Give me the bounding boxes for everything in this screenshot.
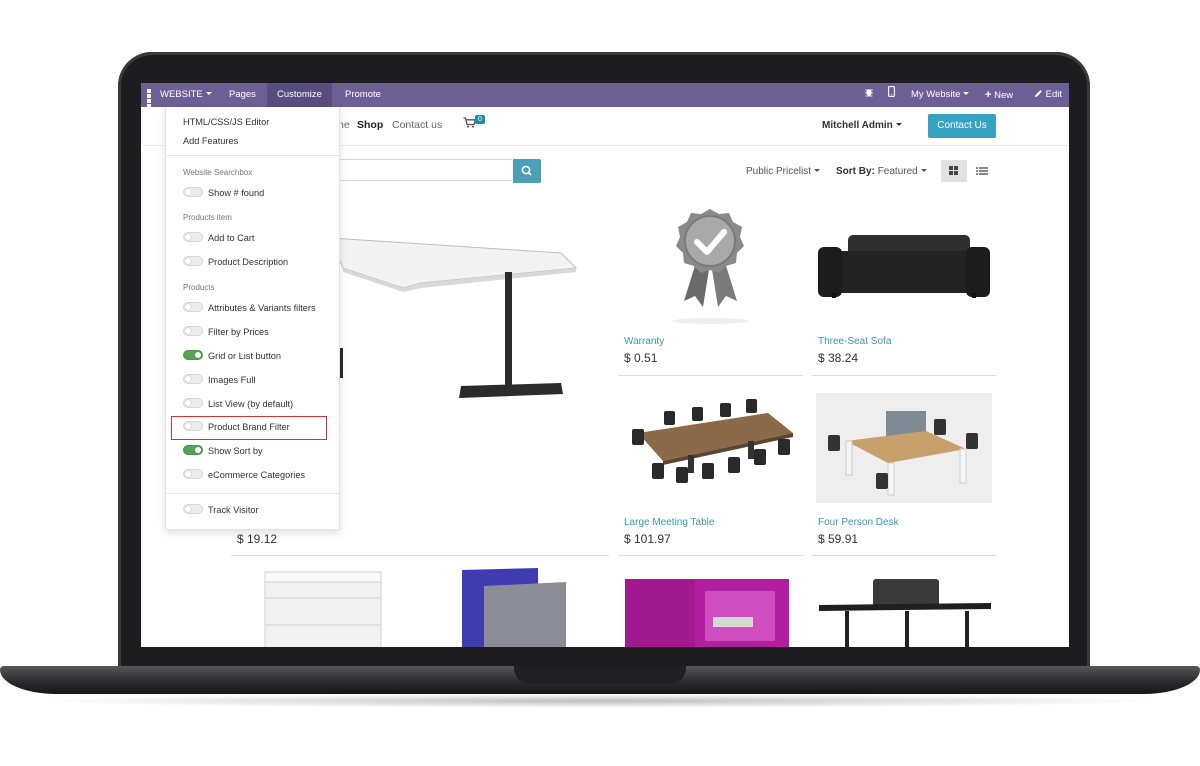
toggle-switch[interactable] bbox=[183, 469, 203, 479]
card-divider bbox=[812, 555, 996, 556]
user-menu[interactable]: Mitchell Admin bbox=[822, 120, 902, 131]
option-product-description[interactable]: Product Description bbox=[183, 256, 288, 267]
screen-divider-image bbox=[462, 568, 566, 647]
product-price: $ 59.91 bbox=[818, 532, 859, 546]
section-header-products: Products bbox=[183, 283, 215, 292]
drawer-cabinet-image bbox=[264, 571, 382, 647]
admin-navbar: WEBSITE Pages Customize Promote My Websi… bbox=[141, 83, 1069, 108]
toggle-switch[interactable] bbox=[183, 187, 203, 197]
option-filter-by-prices[interactable]: Filter by Prices bbox=[183, 326, 269, 337]
new-button[interactable]: + New bbox=[985, 83, 1013, 107]
meeting-table-image bbox=[632, 399, 793, 483]
product-card-sofa[interactable]: Three-Seat Sofa $ 38.24 bbox=[812, 201, 996, 376]
product-price: $ 101.97 bbox=[624, 532, 671, 546]
cart-count-badge: 0 bbox=[475, 115, 485, 124]
option-ecommerce-categories[interactable]: eCommerce Categories bbox=[183, 469, 305, 480]
product-card-warranty[interactable]: Warranty $ 0.51 bbox=[618, 201, 803, 376]
toggle-switch[interactable] bbox=[183, 256, 203, 266]
option-show-sort-by[interactable]: Show Sort by bbox=[183, 445, 263, 456]
menu-promote[interactable]: Promote bbox=[345, 83, 381, 107]
option-images-full[interactable]: Images Full bbox=[183, 374, 256, 385]
caret-down-icon bbox=[205, 92, 212, 95]
caret-down-icon bbox=[920, 169, 927, 172]
caret-down-icon bbox=[895, 123, 902, 126]
debug-bug-icon[interactable] bbox=[864, 83, 874, 107]
search-button[interactable] bbox=[513, 159, 541, 183]
toggle-switch-on[interactable] bbox=[183, 350, 203, 360]
nav-shop[interactable]: Shop bbox=[357, 119, 383, 131]
apps-grid-icon bbox=[147, 89, 156, 108]
privacy-booth-image bbox=[625, 579, 789, 647]
sofa-image bbox=[818, 235, 990, 298]
toggle-switch[interactable] bbox=[183, 302, 203, 312]
toggle-switch[interactable] bbox=[183, 374, 203, 384]
menu-separator bbox=[166, 155, 339, 156]
product-price: $ 38.24 bbox=[818, 351, 859, 365]
laptop-notch bbox=[514, 666, 686, 684]
card-divider bbox=[231, 555, 609, 556]
grid-view-button[interactable] bbox=[941, 160, 967, 182]
browser-screen: WEBSITE Pages Customize Promote My Websi… bbox=[141, 83, 1069, 647]
toggle-switch[interactable] bbox=[183, 232, 203, 242]
warranty-badge-image bbox=[672, 209, 748, 324]
customize-dropdown-menu: HTML/CSS/JS Editor Add Features Website … bbox=[165, 107, 340, 530]
card-divider bbox=[618, 555, 803, 556]
laptop-shadow bbox=[30, 694, 1170, 708]
product-name[interactable]: Large Meeting Table bbox=[624, 517, 714, 528]
list-icon bbox=[976, 167, 988, 175]
card-divider bbox=[812, 375, 996, 376]
product-name[interactable]: Four Person Desk bbox=[818, 517, 899, 528]
caret-down-icon bbox=[963, 92, 970, 95]
option-add-to-cart[interactable]: Add to Cart bbox=[183, 232, 254, 243]
standing-desk-image bbox=[819, 579, 991, 647]
product-card-four-person-desk[interactable]: Four Person Desk $ 59.91 bbox=[812, 383, 996, 556]
product-card-meeting-table[interactable]: Large Meeting Table $ 101.97 bbox=[618, 383, 803, 556]
option-list-view-default[interactable]: List View (by default) bbox=[183, 398, 293, 409]
menu-pages[interactable]: Pages bbox=[229, 83, 256, 107]
toggle-switch[interactable] bbox=[183, 326, 203, 336]
product-price: $ 0.51 bbox=[624, 351, 658, 365]
menu-add-features[interactable]: Add Features bbox=[183, 136, 238, 146]
option-grid-or-list-button[interactable]: Grid or List button bbox=[183, 350, 281, 361]
nav-contact-us[interactable]: Contact us bbox=[392, 119, 442, 131]
option-attributes-variants-filters[interactable]: Attributes & Variants filters bbox=[183, 302, 316, 313]
product-name[interactable]: Three-Seat Sofa bbox=[818, 336, 891, 347]
search-icon bbox=[521, 165, 532, 176]
contact-us-button[interactable]: Contact Us bbox=[928, 114, 996, 138]
toggle-switch[interactable] bbox=[183, 504, 203, 514]
toggle-switch[interactable] bbox=[183, 398, 203, 408]
edit-button[interactable]: Edit bbox=[1034, 83, 1062, 107]
search-input[interactable] bbox=[326, 159, 512, 181]
section-header-website-searchbox: Website Searchbox bbox=[183, 168, 253, 177]
caret-down-icon bbox=[814, 169, 821, 172]
mobile-preview-icon[interactable] bbox=[888, 83, 895, 107]
my-website-menu[interactable]: My Website bbox=[911, 83, 970, 107]
highlight-box bbox=[171, 416, 327, 440]
option-track-visitor[interactable]: Track Visitor bbox=[183, 504, 259, 515]
cart-link[interactable]: 0 bbox=[463, 115, 485, 131]
section-header-products-item: Products item bbox=[183, 213, 232, 222]
four-person-desk-image bbox=[816, 393, 992, 503]
website-app-menu[interactable]: WEBSITE bbox=[147, 83, 212, 108]
menu-customize[interactable]: Customize bbox=[267, 83, 332, 107]
pricelist-dropdown[interactable]: Public Pricelist bbox=[746, 166, 821, 177]
toggle-switch-on[interactable] bbox=[183, 445, 203, 455]
product-name[interactable]: Warranty bbox=[624, 336, 664, 347]
pencil-icon bbox=[1035, 90, 1042, 97]
sort-by-dropdown[interactable]: Sort By: Featured bbox=[836, 166, 927, 177]
product-price: $ 19.12 bbox=[237, 532, 278, 546]
menu-separator bbox=[166, 493, 339, 494]
grid-icon bbox=[949, 166, 958, 175]
list-view-button[interactable] bbox=[973, 160, 991, 182]
card-divider bbox=[618, 375, 803, 376]
menu-html-css-js-editor[interactable]: HTML/CSS/JS Editor bbox=[183, 117, 269, 127]
option-show-found[interactable]: Show # found bbox=[183, 187, 264, 198]
plus-icon: + bbox=[985, 89, 992, 101]
